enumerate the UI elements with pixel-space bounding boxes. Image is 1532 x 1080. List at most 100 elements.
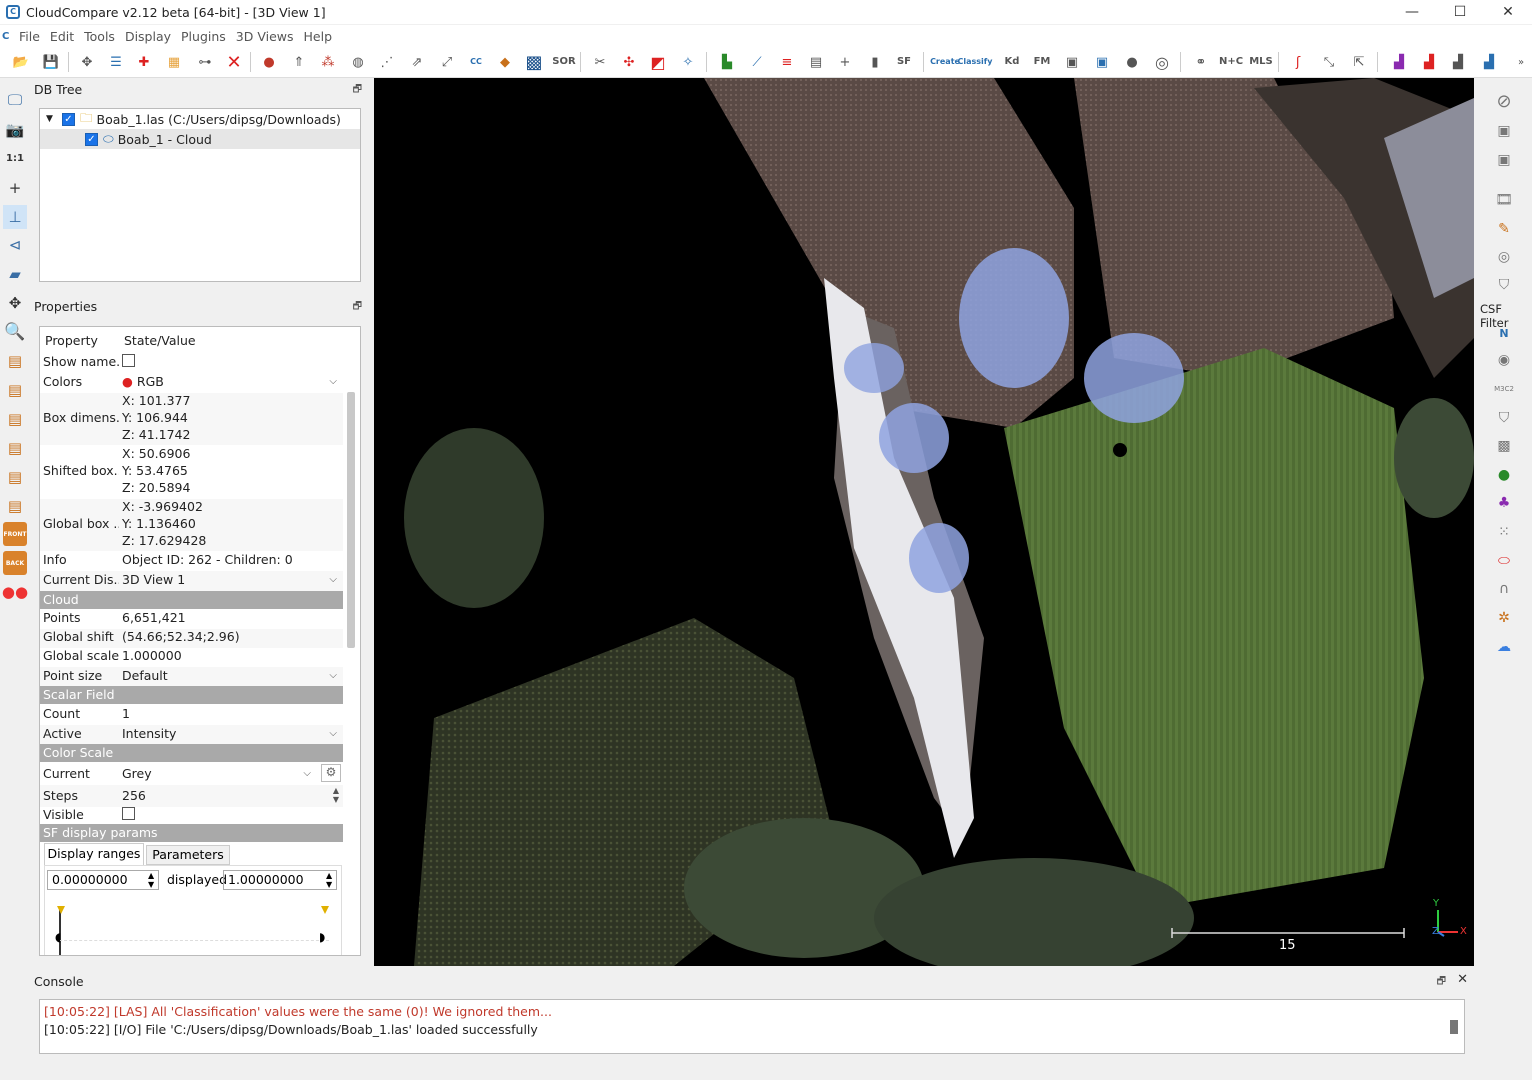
m3c2-icon[interactable]: M3C2	[1493, 378, 1515, 400]
canupo-create-icon[interactable]: Create	[930, 51, 960, 73]
auto-pivot-icon[interactable]: ⊥	[3, 205, 27, 229]
tab-parameters[interactable]: Parameters	[146, 845, 230, 865]
console-float-icon[interactable]: 🗗	[1437, 974, 1446, 991]
delete-icon[interactable]: ✕	[223, 51, 245, 73]
max-range-marker-icon[interactable]: ◗	[319, 930, 325, 944]
sf-icon[interactable]: SF	[893, 51, 915, 73]
menu-help[interactable]: Help	[299, 29, 338, 44]
plane-icon[interactable]: ◩	[647, 51, 669, 73]
menu-display[interactable]: Display	[120, 29, 176, 44]
checker-icon[interactable]: ▩	[523, 51, 545, 73]
expand-arrow-icon[interactable]: ▼	[46, 114, 62, 124]
range-min-input[interactable]: 0.00000000	[47, 870, 159, 890]
clone-icon[interactable]: ▦	[163, 51, 185, 73]
perspective-icon[interactable]: ⊲	[3, 233, 27, 257]
cross-section-icon[interactable]: ✣	[618, 51, 640, 73]
ssao-icon[interactable]: ▣	[1091, 51, 1113, 73]
green-ball-icon[interactable]: ●	[1493, 464, 1515, 486]
view-bottom-icon[interactable]: ▤	[3, 378, 27, 402]
mesh-icon[interactable]: ◍	[347, 51, 369, 73]
tree-item-cloud[interactable]: ✓ ⬭ Boab_1 - Cloud	[40, 129, 360, 149]
shield-icon[interactable]: ⛉	[1493, 274, 1515, 296]
chevron-down-icon[interactable]: ⌵	[329, 670, 337, 681]
normals-icon[interactable]: ⇑	[288, 51, 310, 73]
move-view-icon[interactable]: ✥	[3, 291, 27, 315]
file-checkbox[interactable]: ✓	[62, 112, 75, 126]
s-curve-icon[interactable]: ʃ	[1287, 51, 1309, 73]
tree-item-file[interactable]: ▼ ✓ 🗀 Boab_1.las (C:/Users/dipsg/Downloa…	[40, 109, 360, 129]
merge-icon[interactable]: ✚	[133, 51, 155, 73]
canupo-classify-icon[interactable]: Classify	[958, 51, 993, 73]
current-display-select[interactable]: 3D View 1	[122, 572, 185, 587]
minimize-button[interactable]: —	[1388, 0, 1436, 24]
console-scrollbar[interactable]	[1450, 1020, 1458, 1034]
menu-tools[interactable]: Tools	[79, 29, 120, 44]
max-slider-handle[interactable]	[321, 906, 329, 914]
grid-plugin-icon[interactable]: ▩	[1493, 435, 1515, 457]
ellipse-icon[interactable]: ⬭	[1493, 550, 1515, 572]
chevron-down-icon[interactable]: ⌵	[303, 768, 311, 779]
view-top-icon[interactable]: ▤	[3, 349, 27, 373]
ratio-icon[interactable]: 1:1	[3, 146, 27, 170]
view-left-icon[interactable]: ▤	[3, 407, 27, 431]
view-right-icon[interactable]: ▤	[3, 436, 27, 460]
range-max-input[interactable]: 1.00000000	[223, 870, 337, 890]
kd-tree-icon[interactable]: Kd	[1001, 51, 1023, 73]
app-menu-icon[interactable]: C	[2, 31, 14, 42]
distance-icon[interactable]: ⇗	[406, 51, 428, 73]
chevron-down-icon[interactable]: ⌵	[329, 574, 337, 585]
show-name-checkbox[interactable]	[122, 354, 135, 367]
link-icon[interactable]: ⚭	[1190, 51, 1212, 73]
point-size-select[interactable]: Default	[122, 668, 168, 683]
open-icon[interactable]: 📂	[10, 51, 32, 73]
object-view-icon[interactable]: ▰	[3, 262, 27, 286]
compass-icon[interactable]: ▣	[1061, 51, 1083, 73]
segment-icon[interactable]: ⊶	[194, 51, 216, 73]
min-range-marker-icon[interactable]: ◖	[55, 930, 61, 944]
pivot-icon[interactable]: +	[3, 176, 27, 200]
sf-export-icon[interactable]: ▤	[805, 51, 827, 73]
color-icon[interactable]: ●	[258, 51, 280, 73]
cloud-layer-icon[interactable]: ☁	[1493, 636, 1515, 658]
mls-icon[interactable]: MLS	[1249, 51, 1273, 73]
globe-icon[interactable]: ◎	[1151, 51, 1173, 73]
colors-select[interactable]: ● RGB	[122, 374, 164, 389]
bucket-icon[interactable]: ◆	[494, 51, 516, 73]
shield-2-icon[interactable]: ⛉	[1493, 407, 1515, 429]
dbtree-float-icon[interactable]: 🗗	[353, 82, 362, 99]
nc-icon[interactable]: N+C	[1219, 51, 1243, 73]
dots-icon[interactable]: ⁙	[1493, 521, 1515, 543]
monitor-icon[interactable]: 🖵	[3, 88, 27, 112]
tab-display-ranges[interactable]: Display ranges	[44, 843, 144, 865]
maximize-button[interactable]: ☐	[1436, 0, 1484, 24]
toolbar-overflow-icon[interactable]: »	[1510, 51, 1532, 73]
scatter-icon[interactable]: ⋰	[376, 51, 398, 73]
color-blob-icon[interactable]: ♣	[1493, 492, 1515, 514]
compass-plugin-icon[interactable]: ◎	[1493, 246, 1515, 268]
sphere-icon[interactable]: ●	[1121, 51, 1143, 73]
close-window-button[interactable]: ✕	[1484, 0, 1532, 24]
cut-icon[interactable]: ✂	[589, 51, 611, 73]
console-close-icon[interactable]: ✕	[1457, 972, 1468, 987]
3d-view[interactable]: 15 Y X Z	[374, 78, 1474, 966]
histogram-icon[interactable]: ▙	[716, 51, 738, 73]
back-view-icon[interactable]: BACK	[3, 551, 27, 575]
sor-filter-icon[interactable]: SOR	[552, 51, 575, 73]
properties-float-icon[interactable]: 🗗	[353, 299, 362, 316]
hist-color-1-icon[interactable]: ▟	[1388, 51, 1410, 73]
view-iso1-icon[interactable]: ▤	[3, 465, 27, 489]
hidden-point-icon[interactable]: ◉	[1493, 349, 1515, 371]
register-icon[interactable]: ⇱	[1348, 51, 1370, 73]
sf-remove-icon[interactable]: ▮	[864, 51, 886, 73]
menu-plugins[interactable]: Plugins	[176, 29, 231, 44]
save-icon[interactable]: 💾	[40, 51, 62, 73]
plugin-2-icon[interactable]: ▣	[1493, 120, 1515, 142]
range-max-spin-icon[interactable]: ▲ ▼	[326, 871, 332, 889]
brush-icon[interactable]: ✎	[1493, 218, 1515, 240]
chevron-down-icon[interactable]: ⌵	[329, 728, 337, 739]
menu-file[interactable]: File	[14, 29, 45, 44]
min-slider-handle[interactable]	[57, 906, 65, 914]
chevron-down-icon[interactable]: ⌵	[329, 376, 337, 387]
camera-icon[interactable]: 📷	[3, 118, 27, 142]
menu-edit[interactable]: Edit	[45, 29, 79, 44]
